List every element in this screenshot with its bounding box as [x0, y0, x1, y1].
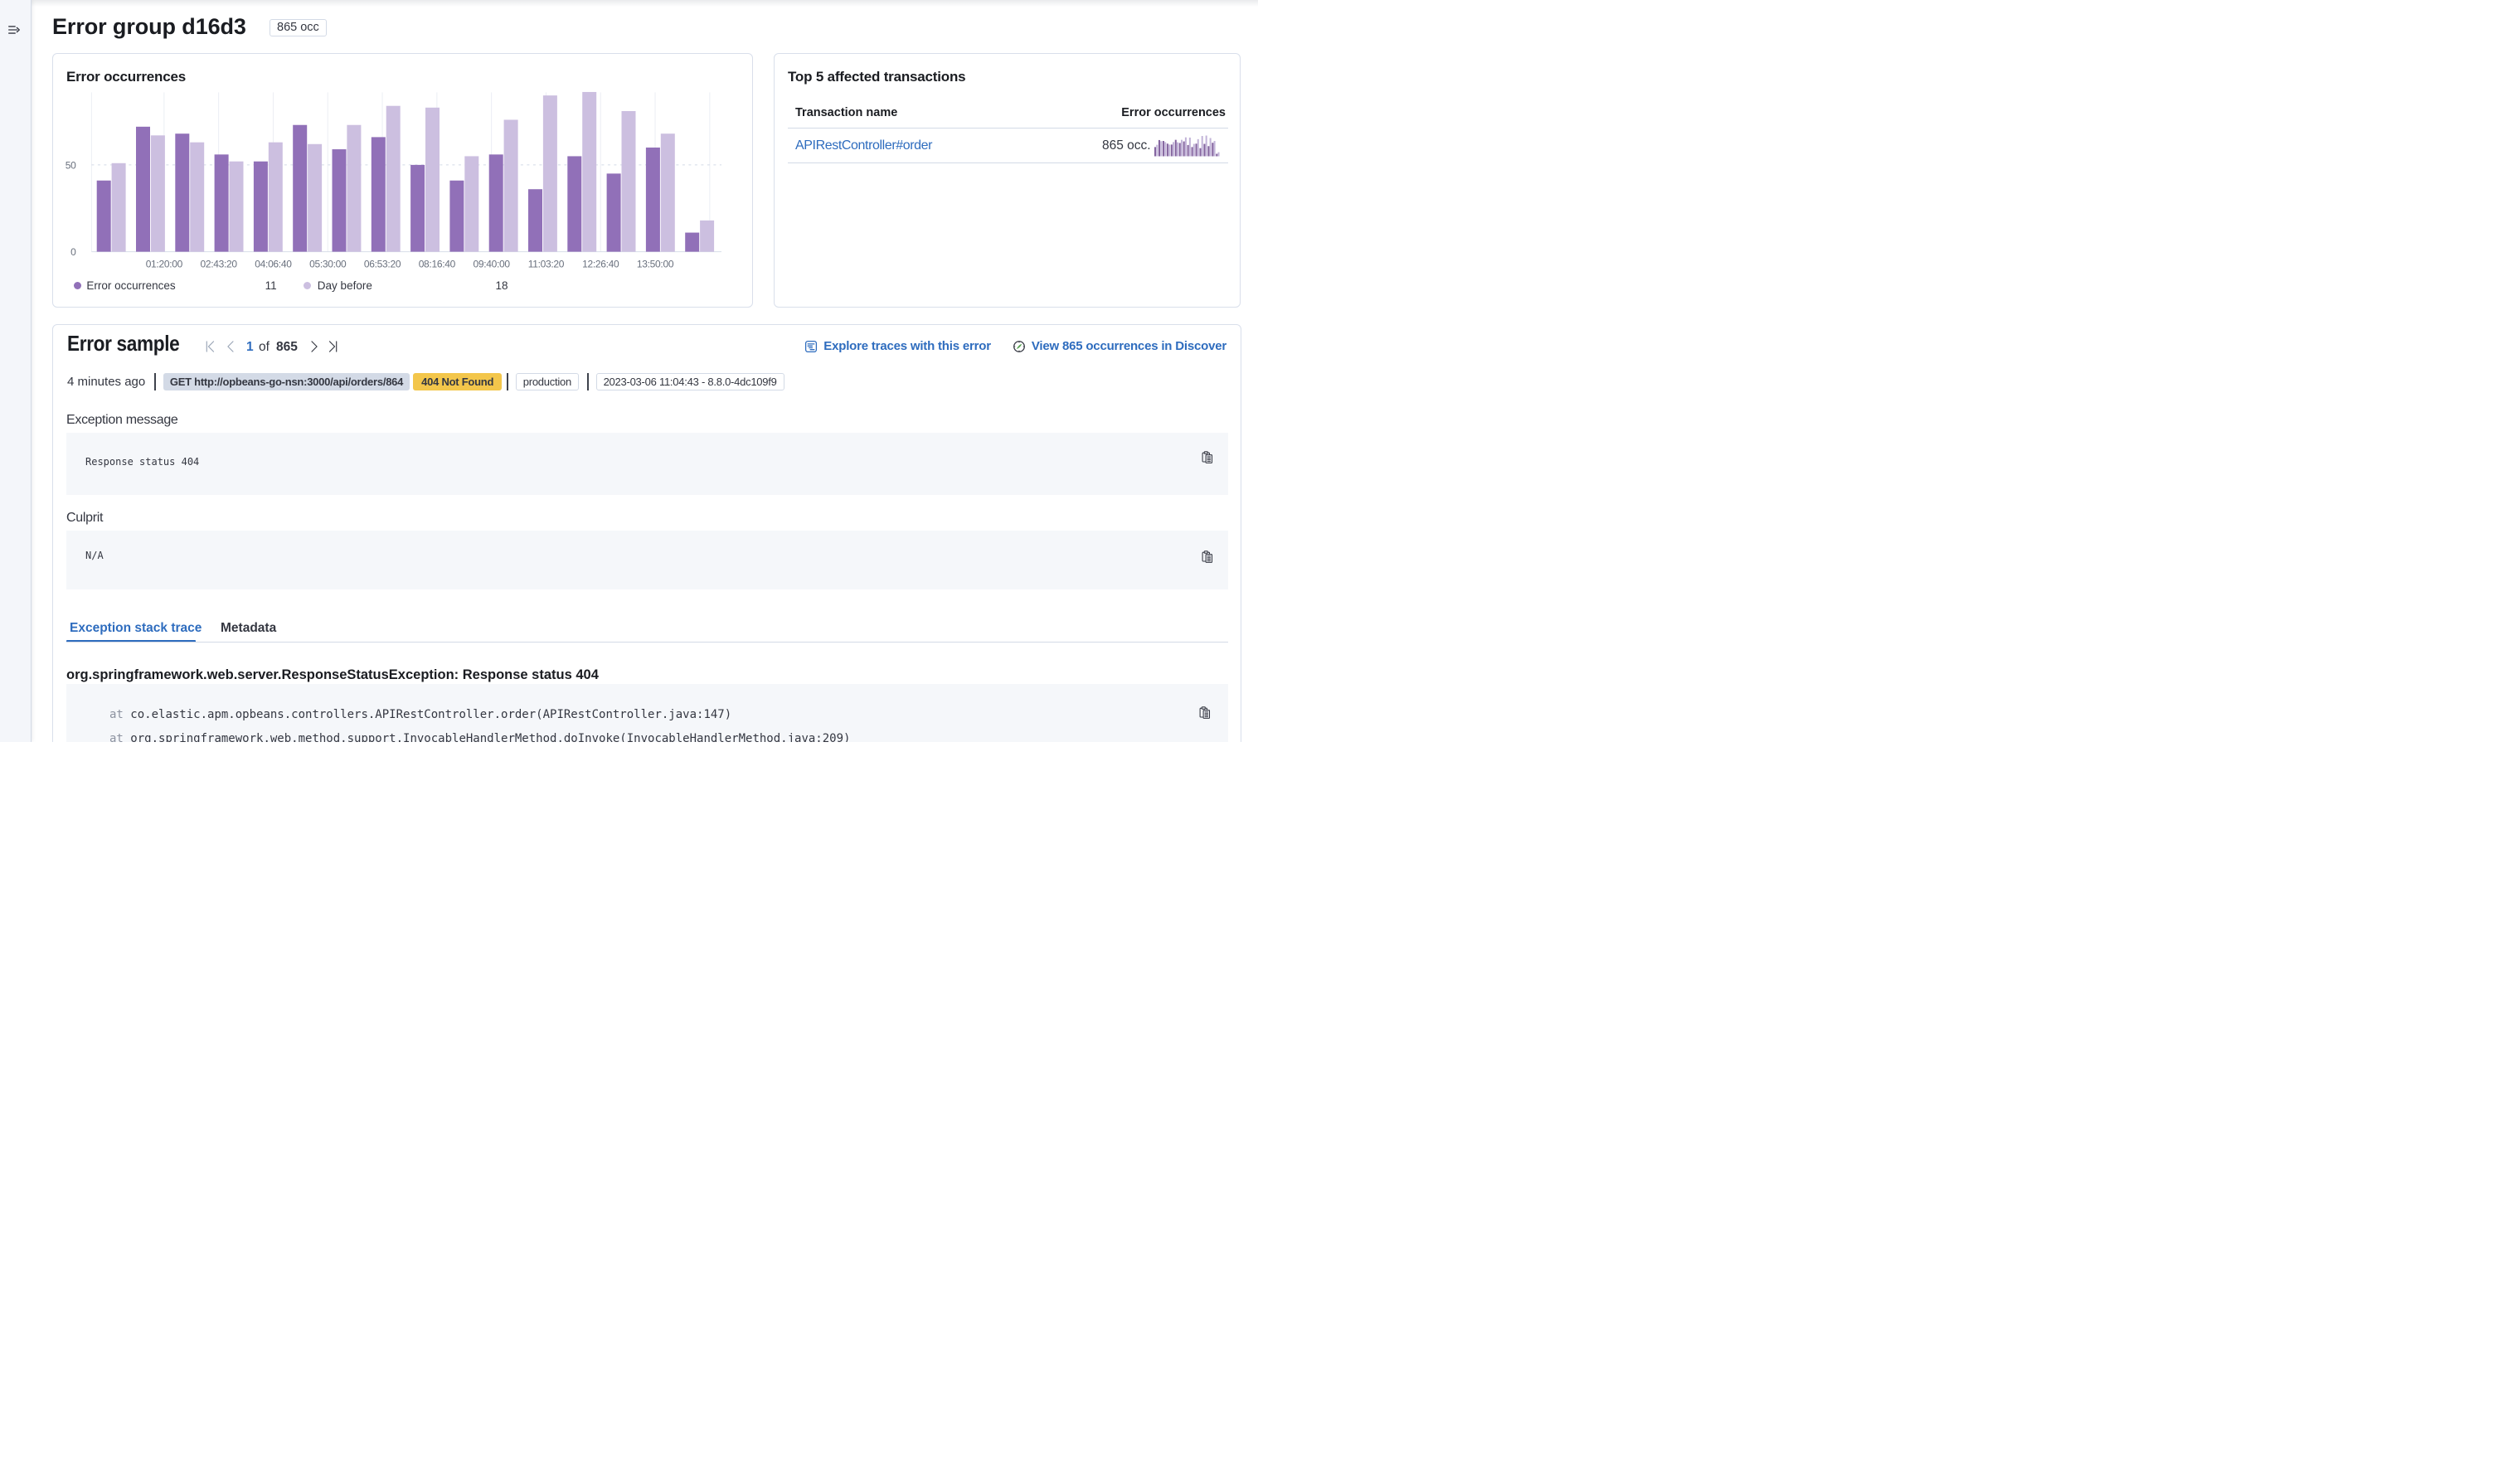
badge-separator [154, 373, 156, 390]
view-occurrences-discover-link[interactable]: View 865 occurrences in Discover [1032, 339, 1226, 354]
svg-text:02:43:20: 02:43:20 [200, 259, 237, 270]
legend-value-day-before: 18 [475, 279, 508, 293]
timestamp-badge: 2023-03-06 11:04:43 - 8.8.0-4dc109f9 [596, 373, 784, 390]
error-sample-meta-row: 4 minutes ago GET http://opbeans-go-nsn:… [67, 373, 784, 390]
copy-icon[interactable] [1198, 706, 1212, 720]
legend-label-error-occurrences[interactable]: Error occurrences [86, 279, 175, 293]
legend-dot-error-occurrences [74, 282, 81, 289]
apm-error-group-page: Error group d16d3 865 occ 01:20:00 02:43:… [0, 0, 1258, 742]
svg-text:01:20:00: 01:20:00 [146, 259, 183, 270]
svg-text:12:26:40: 12:26:40 [582, 259, 619, 270]
last-page-icon[interactable] [326, 340, 339, 353]
pagination-of-label: of [259, 340, 270, 354]
exception-message-label: Exception message [66, 412, 178, 429]
previous-page-icon[interactable] [224, 340, 237, 353]
tabs-bottom-border [66, 642, 1228, 643]
tab-metadata[interactable]: Metadata [221, 619, 276, 637]
column-header-transaction-name: Transaction name [795, 107, 897, 119]
svg-text:11:03:20: 11:03:20 [528, 259, 565, 270]
tab-exception-stack-trace[interactable]: Exception stack trace [70, 619, 202, 637]
next-page-icon[interactable] [308, 340, 321, 353]
expand-menu-icon[interactable] [8, 23, 20, 36]
culprit-block [66, 531, 1228, 589]
table-row-divider [788, 162, 1228, 163]
error-sample-actions: Explore traces with this error View 865 … [804, 339, 1226, 354]
legend-value-error-occurrences: 11 [244, 279, 277, 293]
transaction-link[interactable]: APIRestController#order [795, 138, 932, 153]
error-sample-title: Error sample [67, 332, 179, 354]
stack-frame: at org.springframework.web.method.suppor… [109, 730, 850, 743]
svg-text:06:53:20: 06:53:20 [364, 259, 401, 270]
copy-icon[interactable] [1201, 451, 1214, 464]
header-shadow [32, 0, 1258, 7]
transaction-occurrence-count: 865 occ. [1102, 139, 1151, 153]
legend-label-day-before[interactable]: Day before [318, 279, 372, 293]
svg-text:09:40:00: 09:40:00 [473, 259, 510, 270]
status-badge: 404 Not Found [413, 373, 502, 390]
chart-title: Error occurrences [66, 69, 186, 85]
exception-title: org.springframework.web.server.ResponseS… [66, 666, 599, 684]
copy-icon[interactable] [1201, 550, 1214, 564]
explore-traces-link[interactable]: Explore traces with this error [823, 339, 991, 354]
svg-text:50: 50 [66, 159, 76, 171]
first-page-icon[interactable] [204, 340, 217, 353]
error-sample-panel: Error sample 1 of 865 Explore traces wit… [52, 324, 1241, 742]
occurrences-count-badge: 865 occ [270, 19, 327, 36]
pagination-current-page: 1 [246, 340, 254, 354]
table-header-divider [788, 128, 1228, 129]
badge-separator [507, 373, 508, 390]
error-time-ago: 4 minutes ago [67, 373, 145, 390]
culprit-label: Culprit [66, 510, 103, 526]
discover-app-icon [1013, 340, 1026, 353]
svg-text:08:16:40: 08:16:40 [419, 259, 456, 270]
badge-separator [587, 373, 589, 390]
collapsed-sidebar [0, 0, 32, 742]
error-occurrences-bar-chart[interactable]: 01:20:00 02:43:20 04:06:40 05:30:00 06:53:20… [53, 54, 752, 276]
top-transactions-panel: Top 5 affected transactions Transaction … [774, 53, 1241, 308]
svg-text:0: 0 [70, 246, 76, 258]
stack-trace-block: at co.elastic.apm.opbeans.controllers.AP… [66, 684, 1228, 742]
environment-badge: production [516, 373, 579, 390]
transactions-panel-title: Top 5 affected transactions [788, 69, 965, 85]
transaction-sparkline [1154, 135, 1221, 158]
exception-message-text: Response status 404 [85, 454, 199, 469]
request-badge: GET http://opbeans-go-nsn:3000/api/order… [163, 373, 410, 390]
exception-message-block [66, 433, 1228, 495]
error-occurrences-panel: 01:20:00 02:43:20 04:06:40 05:30:00 06:53:20… [52, 53, 753, 308]
stack-frame: at co.elastic.apm.opbeans.controllers.AP… [109, 706, 731, 724]
svg-text:13:50:00: 13:50:00 [637, 259, 674, 270]
svg-text:04:06:40: 04:06:40 [255, 259, 292, 270]
column-header-error-occurrences: Error occurrences [1121, 107, 1226, 119]
apm-trace-icon [804, 340, 818, 353]
page-title: Error group d16d3 [52, 15, 246, 38]
svg-text:05:30:00: 05:30:00 [309, 259, 347, 270]
culprit-text: N/A [85, 548, 104, 563]
legend-dot-day-before [304, 282, 311, 289]
pagination-total-pages: 865 [276, 340, 298, 354]
